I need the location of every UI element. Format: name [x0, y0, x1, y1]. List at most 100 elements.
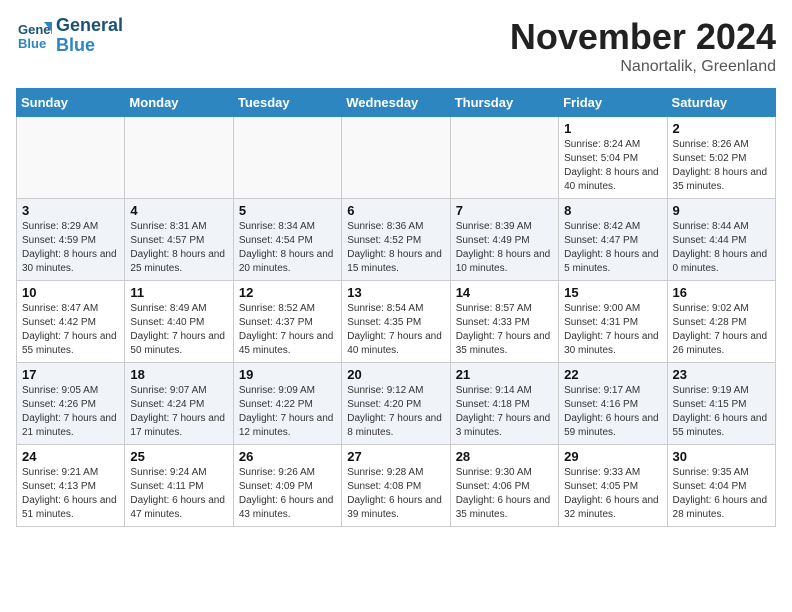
- day-info: Sunrise: 9:14 AMSunset: 4:18 PMDaylight:…: [456, 384, 553, 440]
- calendar-cell: 22 Sunrise: 9:17 AMSunset: 4:16 PMDayligh…: [559, 363, 667, 445]
- calendar-cell: 29Sunrise: 9:33 AMSunset: 4:05 PMDayligh…: [559, 445, 667, 527]
- logo-general: General: [56, 16, 123, 36]
- day-number: 3: [22, 203, 119, 218]
- calendar-cell: 20 Sunrise: 9:12 AMSunset: 4:20 PMDayligh…: [342, 363, 450, 445]
- day-number: 9: [673, 203, 770, 218]
- calendar-cell: 3 Sunrise: 8:29 AMSunset: 4:59 PMDaylight…: [17, 199, 125, 281]
- calendar-cell: 8Sunrise: 8:42 AMSunset: 4:47 PMDaylight…: [559, 199, 667, 281]
- weekday-header-row: SundayMondayTuesdayWednesdayThursdayFrid…: [17, 89, 776, 117]
- day-info: Sunrise: 9:35 AMSunset: 4:04 PMDaylight:…: [673, 466, 770, 522]
- week-row-5: 24 Sunrise: 9:21 AMSunset: 4:13 PMDayligh…: [17, 445, 776, 527]
- calendar-cell: 15Sunrise: 9:00 AMSunset: 4:31 PMDayligh…: [559, 281, 667, 363]
- calendar-cell: 2 Sunrise: 8:26 AMSunset: 5:02 PMDaylight…: [667, 117, 775, 199]
- svg-text:Blue: Blue: [18, 36, 46, 51]
- day-info: Sunrise: 9:30 AMSunset: 4:06 PMDaylight:…: [456, 466, 553, 522]
- day-info: Sunrise: 8:31 AMSunset: 4:57 PMDaylight:…: [130, 220, 227, 276]
- day-info: Sunrise: 9:12 AMSunset: 4:20 PMDaylight:…: [347, 384, 444, 440]
- calendar-cell: 30 Sunrise: 9:35 AMSunset: 4:04 PMDayligh…: [667, 445, 775, 527]
- location: Nanortalik, Greenland: [510, 58, 776, 76]
- day-number: 27: [347, 449, 444, 464]
- day-number: 24: [22, 449, 119, 464]
- day-info: Sunrise: 8:49 AMSunset: 4:40 PMDaylight:…: [130, 302, 227, 358]
- day-info: Sunrise: 9:02 AMSunset: 4:28 PMDaylight:…: [673, 302, 770, 358]
- calendar-cell: 17Sunrise: 9:05 AMSunset: 4:26 PMDayligh…: [17, 363, 125, 445]
- day-number: 14: [456, 285, 553, 300]
- weekday-header-friday: Friday: [559, 89, 667, 117]
- day-info: Sunrise: 9:21 AMSunset: 4:13 PMDaylight:…: [22, 466, 119, 522]
- day-number: 25: [130, 449, 227, 464]
- day-info: Sunrise: 8:39 AMSunset: 4:49 PMDaylight:…: [456, 220, 553, 276]
- calendar-cell: 7 Sunrise: 8:39 AMSunset: 4:49 PMDaylight…: [450, 199, 558, 281]
- day-number: 10: [22, 285, 119, 300]
- calendar-cell: 25 Sunrise: 9:24 AMSunset: 4:11 PMDayligh…: [125, 445, 233, 527]
- day-info: Sunrise: 8:29 AMSunset: 4:59 PMDaylight:…: [22, 220, 119, 276]
- day-number: 30: [673, 449, 770, 464]
- calendar-cell: 4Sunrise: 8:31 AMSunset: 4:57 PMDaylight…: [125, 199, 233, 281]
- calendar-cell: 6 Sunrise: 8:36 AMSunset: 4:52 PMDaylight…: [342, 199, 450, 281]
- calendar-cell: 19Sunrise: 9:09 AMSunset: 4:22 PMDayligh…: [233, 363, 341, 445]
- calendar-cell: [125, 117, 233, 199]
- day-info: Sunrise: 8:54 AMSunset: 4:35 PMDaylight:…: [347, 302, 444, 358]
- day-info: Sunrise: 8:42 AMSunset: 4:47 PMDaylight:…: [564, 220, 661, 276]
- week-row-2: 3 Sunrise: 8:29 AMSunset: 4:59 PMDaylight…: [17, 199, 776, 281]
- day-number: 18: [130, 367, 227, 382]
- day-number: 16: [673, 285, 770, 300]
- logo: General Blue General Blue: [16, 16, 123, 56]
- day-info: Sunrise: 8:44 AMSunset: 4:44 PMDaylight:…: [673, 220, 770, 276]
- day-number: 22: [564, 367, 661, 382]
- day-number: 6: [347, 203, 444, 218]
- week-row-3: 10 Sunrise: 8:47 AMSunset: 4:42 PMDayligh…: [17, 281, 776, 363]
- calendar-cell: 16 Sunrise: 9:02 AMSunset: 4:28 PMDayligh…: [667, 281, 775, 363]
- calendar-cell: 27Sunrise: 9:28 AMSunset: 4:08 PMDayligh…: [342, 445, 450, 527]
- day-info: Sunrise: 9:00 AMSunset: 4:31 PMDaylight:…: [564, 302, 661, 358]
- day-info: Sunrise: 9:33 AMSunset: 4:05 PMDaylight:…: [564, 466, 661, 522]
- day-info: Sunrise: 9:19 AMSunset: 4:15 PMDaylight:…: [673, 384, 770, 440]
- day-number: 21: [456, 367, 553, 382]
- calendar-cell: 10 Sunrise: 8:47 AMSunset: 4:42 PMDayligh…: [17, 281, 125, 363]
- day-number: 12: [239, 285, 336, 300]
- day-info: Sunrise: 9:17 AMSunset: 4:16 PMDaylight:…: [564, 384, 661, 440]
- day-number: 23: [673, 367, 770, 382]
- day-number: 5: [239, 203, 336, 218]
- day-number: 7: [456, 203, 553, 218]
- day-info: Sunrise: 8:34 AMSunset: 4:54 PMDaylight:…: [239, 220, 336, 276]
- day-info: Sunrise: 8:26 AMSunset: 5:02 PMDaylight:…: [673, 138, 770, 194]
- day-info: Sunrise: 9:26 AMSunset: 4:09 PMDaylight:…: [239, 466, 336, 522]
- weekday-header-monday: Monday: [125, 89, 233, 117]
- calendar-cell: 12 Sunrise: 8:52 AMSunset: 4:37 PMDayligh…: [233, 281, 341, 363]
- calendar-cell: 28 Sunrise: 9:30 AMSunset: 4:06 PMDayligh…: [450, 445, 558, 527]
- calendar-cell: [233, 117, 341, 199]
- day-number: 2: [673, 121, 770, 136]
- day-info: Sunrise: 8:47 AMSunset: 4:42 PMDaylight:…: [22, 302, 119, 358]
- day-number: 13: [347, 285, 444, 300]
- day-info: Sunrise: 8:52 AMSunset: 4:37 PMDaylight:…: [239, 302, 336, 358]
- calendar-cell: 26 Sunrise: 9:26 AMSunset: 4:09 PMDayligh…: [233, 445, 341, 527]
- day-info: Sunrise: 8:36 AMSunset: 4:52 PMDaylight:…: [347, 220, 444, 276]
- calendar-cell: 11 Sunrise: 8:49 AMSunset: 4:40 PMDayligh…: [125, 281, 233, 363]
- day-number: 11: [130, 285, 227, 300]
- calendar-cell: 1Sunrise: 8:24 AMSunset: 5:04 PMDaylight…: [559, 117, 667, 199]
- day-info: Sunrise: 8:57 AMSunset: 4:33 PMDaylight:…: [456, 302, 553, 358]
- calendar-cell: [450, 117, 558, 199]
- calendar-cell: [342, 117, 450, 199]
- weekday-header-wednesday: Wednesday: [342, 89, 450, 117]
- day-info: Sunrise: 9:09 AMSunset: 4:22 PMDaylight:…: [239, 384, 336, 440]
- title-block: November 2024 Nanortalik, Greenland: [510, 16, 776, 76]
- calendar-cell: 23 Sunrise: 9:19 AMSunset: 4:15 PMDayligh…: [667, 363, 775, 445]
- day-number: 28: [456, 449, 553, 464]
- weekday-header-saturday: Saturday: [667, 89, 775, 117]
- day-number: 26: [239, 449, 336, 464]
- calendar-table: SundayMondayTuesdayWednesdayThursdayFrid…: [16, 88, 776, 527]
- week-row-1: 1Sunrise: 8:24 AMSunset: 5:04 PMDaylight…: [17, 117, 776, 199]
- month-title: November 2024: [510, 16, 776, 58]
- calendar-cell: 24 Sunrise: 9:21 AMSunset: 4:13 PMDayligh…: [17, 445, 125, 527]
- day-info: Sunrise: 9:24 AMSunset: 4:11 PMDaylight:…: [130, 466, 227, 522]
- weekday-header-thursday: Thursday: [450, 89, 558, 117]
- calendar-cell: 14 Sunrise: 8:57 AMSunset: 4:33 PMDayligh…: [450, 281, 558, 363]
- day-number: 17: [22, 367, 119, 382]
- day-info: Sunrise: 8:24 AMSunset: 5:04 PMDaylight:…: [564, 138, 661, 194]
- logo-blue: Blue: [56, 36, 123, 56]
- page-header: General Blue General Blue November 2024 …: [16, 16, 776, 76]
- day-number: 20: [347, 367, 444, 382]
- calendar-cell: 21 Sunrise: 9:14 AMSunset: 4:18 PMDayligh…: [450, 363, 558, 445]
